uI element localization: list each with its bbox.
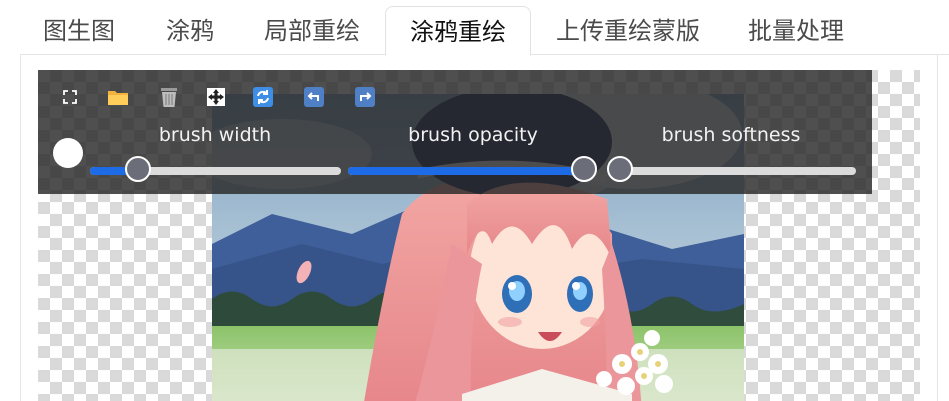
tab-inpaint[interactable]: 局部重绘 xyxy=(242,6,382,54)
fullscreen-icon[interactable] xyxy=(53,82,87,112)
sketch-toolbar: brush width brush opacity brush softness xyxy=(38,70,872,194)
brush-width-thumb[interactable] xyxy=(124,156,151,182)
reset-icon[interactable] xyxy=(246,82,280,112)
folder-icon[interactable] xyxy=(101,82,135,112)
brush-opacity-label: brush opacity xyxy=(408,124,538,146)
undo-icon[interactable] xyxy=(297,82,331,112)
tab-bar: 图生图 涂鸦 局部重绘 涂鸦重绘 上传重绘蒙版 批量处理 xyxy=(0,0,949,56)
tab-sketch[interactable]: 涂鸦 xyxy=(138,6,242,54)
brush-opacity-slider[interactable] xyxy=(348,156,597,182)
trash-icon[interactable] xyxy=(152,82,186,112)
tab-inpaint-sketch[interactable]: 涂鸦重绘 xyxy=(385,6,531,56)
brush-opacity-thumb[interactable] xyxy=(571,156,597,182)
tab-img2img[interactable]: 图生图 xyxy=(20,6,138,54)
brush-width-label: brush width xyxy=(158,124,272,146)
brush-softness-thumb[interactable] xyxy=(607,156,633,182)
brush-width-slider[interactable] xyxy=(90,156,341,182)
tab-batch[interactable]: 批量处理 xyxy=(723,6,869,54)
brush-opacity-fill xyxy=(348,167,584,175)
redo-icon[interactable] xyxy=(348,82,382,112)
tab-inpaint-upload[interactable]: 上传重绘蒙版 xyxy=(533,6,723,54)
brush-softness-slider[interactable] xyxy=(607,156,856,182)
move-icon[interactable] xyxy=(199,82,233,112)
brush-softness-label: brush softness xyxy=(661,124,801,146)
brush-color-swatch[interactable] xyxy=(53,138,83,168)
